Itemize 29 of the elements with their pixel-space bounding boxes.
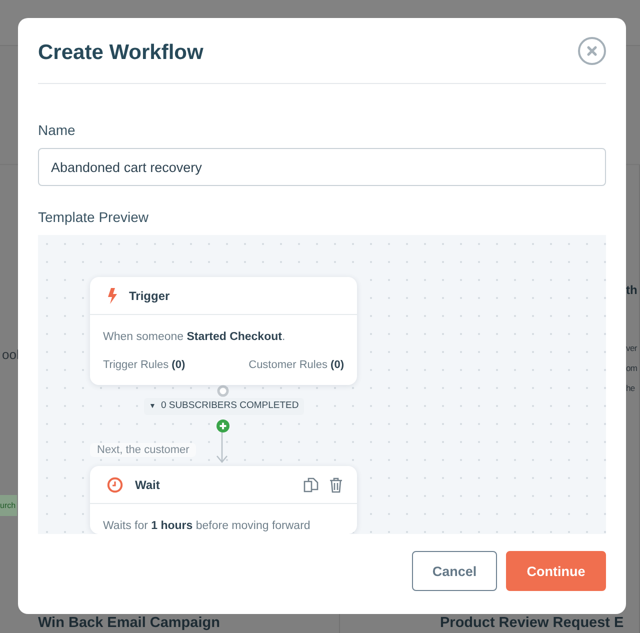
background-text: he (626, 383, 635, 393)
step-description: Waits for 1 hours before moving forward (103, 519, 312, 534)
name-field[interactable]: Abandoned cart recovery (38, 148, 606, 186)
node-title: Wait (135, 478, 161, 492)
step-card[interactable]: Wait Waits for 1 hours before moving forward (90, 466, 357, 534)
card-title: Product Review Request E (440, 615, 624, 631)
rules-link[interactable]: Customer Rules (0) (248, 359, 344, 371)
background-text: om (626, 363, 638, 373)
background-text: ver (626, 343, 637, 353)
trigger-description: When someone Started Checkout. (103, 330, 286, 345)
node-title: Trigger (129, 288, 171, 302)
add-step-icon[interactable] (216, 419, 230, 433)
dialog-title: Create Workflow (38, 40, 204, 65)
background-tag: urch (0, 495, 17, 516)
lightning-icon (107, 288, 117, 304)
rules-link[interactable]: Trigger Rules (0) (103, 359, 186, 371)
connector-arrow (216, 432, 228, 464)
cancel-button[interactable]: Cancel (412, 551, 497, 591)
background-heading: th (626, 283, 638, 297)
trigger-card[interactable]: Trigger When someone Started Checkout. Trigger Rules (0) Customer Rules (0) (90, 277, 357, 385)
close-icon[interactable] (578, 36, 606, 64)
field-label: Name (38, 122, 76, 138)
copy-icon[interactable] (303, 476, 319, 492)
card-title: Win Back Email Campaign (38, 615, 220, 631)
connector-dot (217, 385, 229, 397)
section-label: Template Preview (38, 209, 150, 225)
trash-icon[interactable] (329, 476, 343, 492)
clock-icon (107, 476, 123, 492)
branch-label: Next, the customer (90, 443, 196, 457)
